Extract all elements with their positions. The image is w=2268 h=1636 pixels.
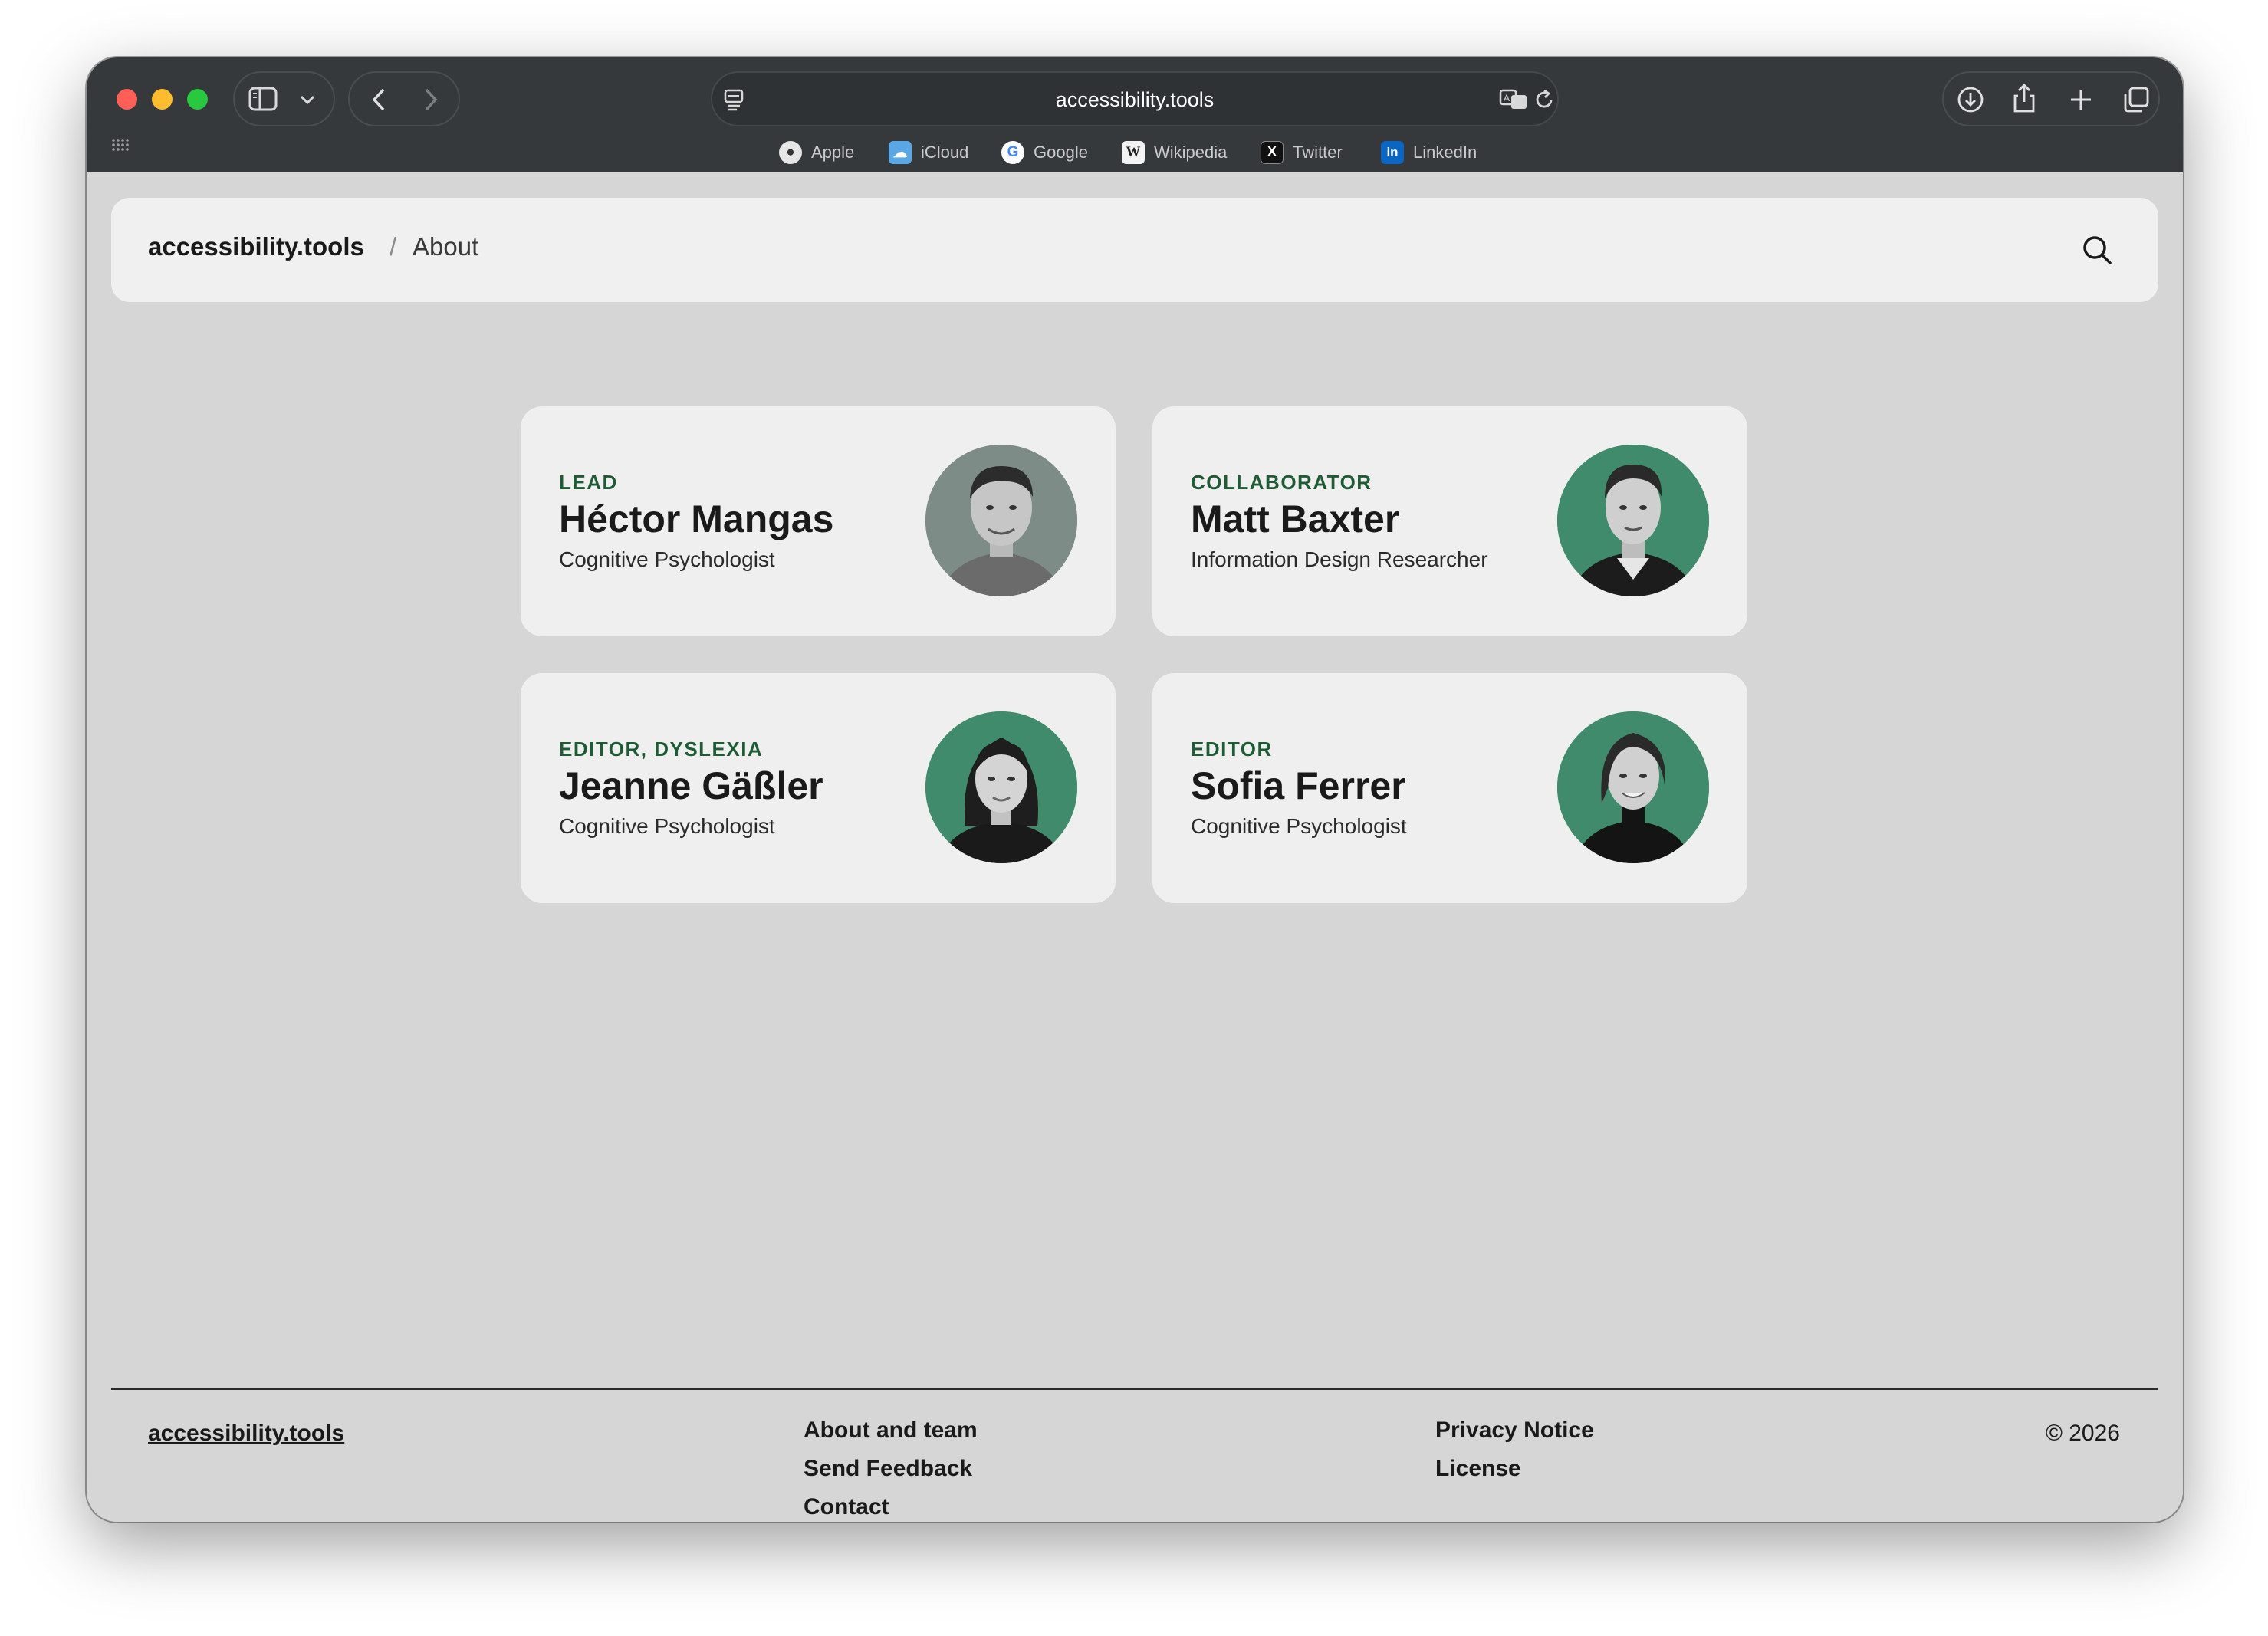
favorite-wikipedia[interactable]: W Wikipedia: [1122, 137, 1227, 168]
team-name: Matt Baxter: [1191, 498, 1400, 540]
person-photo-icon: [925, 445, 1077, 596]
favorite-twitter[interactable]: X Twitter: [1261, 137, 1343, 168]
footer-links-primary: About and team Send Feedback Contact: [804, 1418, 978, 1522]
svg-text:A: A: [1504, 93, 1510, 103]
team-name: Jeanne Gäßler: [559, 764, 823, 807]
favorite-label: Wikipedia: [1154, 143, 1228, 162]
share-icon[interactable]: [2011, 82, 2037, 114]
favorite-linkedin[interactable]: in LinkedIn: [1381, 137, 1477, 168]
team-card[interactable]: LEAD Héctor Mangas Cognitive Psychologis…: [521, 406, 1116, 636]
linkedin-icon: in: [1381, 141, 1404, 164]
breadcrumb-separator: /: [390, 232, 397, 261]
team-role: EDITOR, DYSLEXIA: [559, 738, 764, 761]
zoom-window-button[interactable]: [187, 89, 208, 110]
favorite-label: Twitter: [1293, 143, 1343, 162]
favorite-label: iCloud: [921, 143, 969, 162]
forward-arrow-icon[interactable]: [419, 87, 442, 113]
site-header: accessibility.tools / About: [111, 198, 2158, 302]
favorite-icloud[interactable]: ☁ iCloud: [889, 137, 968, 168]
downloads-icon[interactable]: [1956, 85, 1985, 114]
address-bar[interactable]: accessibility.tools A: [711, 71, 1559, 126]
navigation-buttons: [348, 71, 460, 126]
back-arrow-icon[interactable]: [368, 87, 391, 113]
footer-link-contact[interactable]: Contact: [804, 1494, 978, 1522]
chevron-down-icon: [300, 95, 315, 105]
twitter-icon: X: [1261, 141, 1284, 164]
avatar: [925, 445, 1077, 596]
browser-window: accessibility.tools A ● Apple ☁ iCloud G…: [87, 57, 2183, 1522]
copyright-text: © 2026: [2045, 1421, 2120, 1446]
new-tab-icon[interactable]: [2068, 87, 2094, 113]
favorite-google[interactable]: G Google: [1001, 137, 1088, 168]
team-title: Information Design Researcher: [1191, 547, 1488, 571]
favorite-label: Apple: [811, 143, 855, 162]
person-photo-icon: [1557, 445, 1709, 596]
team-card[interactable]: COLLABORATOR Matt Baxter Information Des…: [1152, 406, 1747, 636]
browser-toolbar: accessibility.tools A ● Apple ☁ iCloud G…: [87, 57, 2183, 172]
person-photo-icon: [1557, 711, 1709, 863]
avatar: [925, 711, 1077, 863]
team-title: Cognitive Psychologist: [1191, 814, 1407, 838]
team-title: Cognitive Psychologist: [559, 814, 775, 838]
footer-link-license[interactable]: License: [1435, 1456, 1594, 1494]
team-title: Cognitive Psychologist: [559, 547, 775, 571]
icloud-icon: ☁: [889, 141, 912, 164]
page-content: accessibility.tools / About LEAD Héctor …: [87, 172, 2183, 1522]
team-role: EDITOR: [1191, 738, 1273, 761]
sidebar-toggle-button[interactable]: [233, 71, 335, 126]
favorite-apple[interactable]: ● Apple: [779, 137, 854, 168]
site-logo-link[interactable]: accessibility.tools: [148, 232, 364, 261]
footer-home-link[interactable]: accessibility.tools: [148, 1421, 344, 1447]
breadcrumb-current: About: [413, 232, 479, 261]
team-card[interactable]: EDITOR, DYSLEXIA Jeanne Gäßler Cognitive…: [521, 673, 1116, 903]
favorites-bar: ● Apple ☁ iCloud G Google W Wikipedia X …: [87, 137, 2183, 168]
team-name: Sofia Ferrer: [1191, 764, 1406, 807]
reload-icon[interactable]: [1533, 88, 1556, 111]
wikipedia-icon: W: [1122, 141, 1145, 164]
apple-icon: ●: [779, 141, 802, 164]
footer-link-feedback[interactable]: Send Feedback: [804, 1456, 978, 1494]
team-role: COLLABORATOR: [1191, 471, 1372, 494]
minimize-window-button[interactable]: [152, 89, 173, 110]
translate-icon[interactable]: A: [1499, 88, 1530, 111]
avatar: [1557, 711, 1709, 863]
google-icon: G: [1001, 141, 1024, 164]
close-window-button[interactable]: [117, 89, 137, 110]
team-role: LEAD: [559, 471, 618, 494]
person-photo-icon: [925, 711, 1077, 863]
footer-links-legal: Privacy Notice License: [1435, 1418, 1594, 1494]
team-card[interactable]: EDITOR Sofia Ferrer Cognitive Psychologi…: [1152, 673, 1747, 903]
tab-overview-icon[interactable]: [2122, 85, 2151, 114]
search-icon[interactable]: [2080, 233, 2114, 267]
url-text: accessibility.tools: [1055, 88, 1215, 111]
footer-link-privacy[interactable]: Privacy Notice: [1435, 1418, 1594, 1456]
team-name: Héctor Mangas: [559, 498, 834, 540]
toolbar-actions: [1942, 71, 2160, 126]
favorite-label: LinkedIn: [1413, 143, 1477, 162]
sidebar-icon: [248, 87, 278, 111]
footer-divider: [111, 1388, 2158, 1390]
favorite-label: Google: [1034, 143, 1088, 162]
footer-link-about[interactable]: About and team: [804, 1418, 978, 1456]
avatar: [1557, 445, 1709, 596]
